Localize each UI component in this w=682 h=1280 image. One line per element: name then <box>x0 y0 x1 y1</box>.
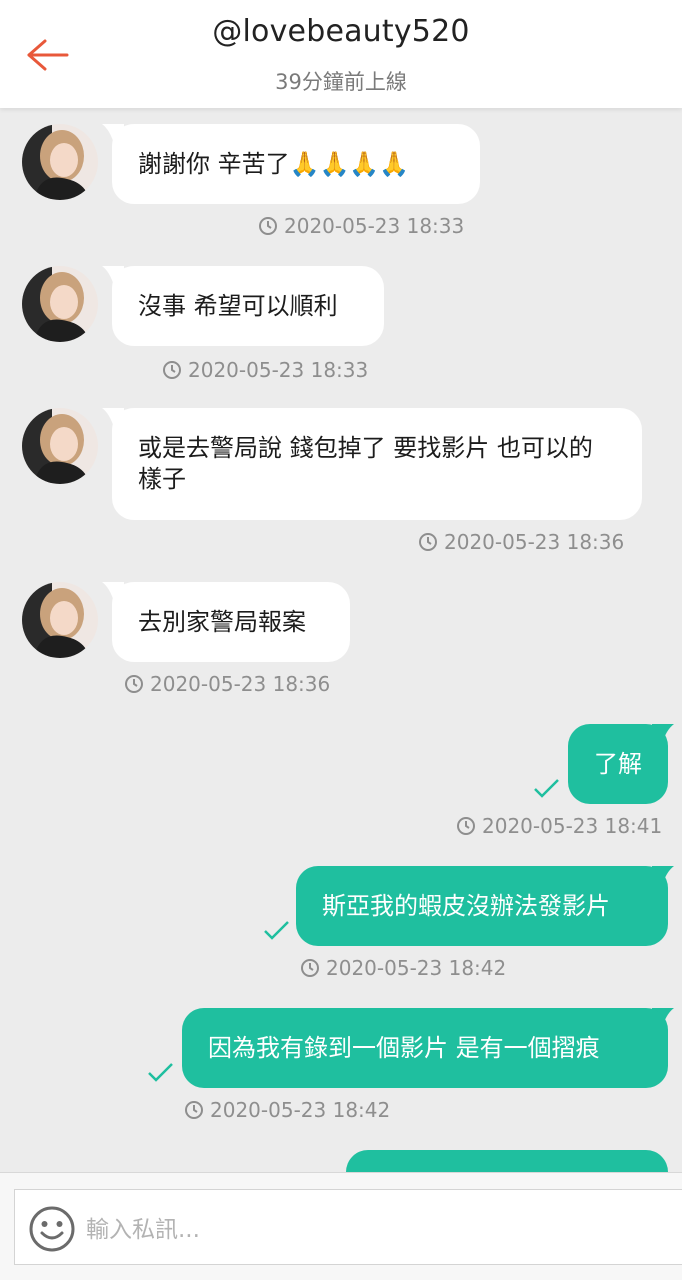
checkmark-icon <box>264 921 289 940</box>
avatar[interactable] <box>22 266 98 342</box>
avatar[interactable] <box>22 582 98 658</box>
chat-header: @lovebeauty520 39分鐘前上線 <box>0 0 682 108</box>
chat-partner-username[interactable]: @lovebeauty520 <box>0 14 682 49</box>
message-timestamp: 2020-05-23 18:33 <box>258 214 464 238</box>
message-bubble[interactable]: 去別家警局報案 <box>112 582 350 662</box>
message-text: 因為我有錄到一個影片 是有一個摺痕 <box>208 1033 600 1062</box>
checkmark-icon <box>534 779 559 798</box>
clock-icon <box>419 533 437 551</box>
clock-icon <box>185 1101 203 1119</box>
clock-icon <box>259 217 277 235</box>
message-bubble[interactable]: 沒事 希望可以順利 <box>112 266 384 346</box>
avatar[interactable] <box>22 124 98 200</box>
message-timestamp: 2020-05-23 18:33 <box>162 358 368 382</box>
message-text: 沒事 希望可以順利 <box>138 291 338 320</box>
message-timestamp: 2020-05-23 18:41 <box>456 814 662 838</box>
message-text: 斯亞我的蝦皮沒辦法發影片 <box>322 891 610 920</box>
smiley-icon[interactable] <box>28 1205 76 1253</box>
message-composer <box>0 1172 682 1280</box>
message-timestamp: 2020-05-23 18:36 <box>418 530 624 554</box>
avatar[interactable] <box>22 408 98 484</box>
message-bubble[interactable]: 謝謝你 辛苦了🙏🙏🙏🙏 <box>112 124 480 204</box>
message-bubble[interactable]: 斯亞我的蝦皮沒辦法發影片 <box>296 866 668 946</box>
message-text: 謝謝你 辛苦了🙏🙏🙏🙏 <box>138 149 410 178</box>
clock-icon <box>163 361 181 379</box>
message-input[interactable] <box>86 1215 646 1245</box>
message-timestamp: 2020-05-23 18:42 <box>184 1098 390 1122</box>
message-text: 去別家警局報案 <box>138 607 306 636</box>
message-text: 了解 <box>594 749 642 778</box>
clock-icon <box>125 675 143 693</box>
clock-icon <box>457 817 475 835</box>
message-timestamp: 2020-05-23 18:42 <box>300 956 506 980</box>
checkmark-icon <box>148 1063 173 1082</box>
message-timestamp: 2020-05-23 18:36 <box>124 672 330 696</box>
message-text: 或是去警局說 錢包掉了 要找影片 也可以的樣子 <box>138 434 593 493</box>
last-online-status: 39分鐘前上線 <box>275 70 407 94</box>
message-bubble[interactable]: 了解 <box>568 724 668 804</box>
message-bubble[interactable]: 因為我有錄到一個影片 是有一個摺痕 <box>182 1008 668 1088</box>
clock-icon <box>301 959 319 977</box>
message-bubble[interactable]: 或是去警局說 錢包掉了 要找影片 也可以的樣子 <box>112 408 642 520</box>
